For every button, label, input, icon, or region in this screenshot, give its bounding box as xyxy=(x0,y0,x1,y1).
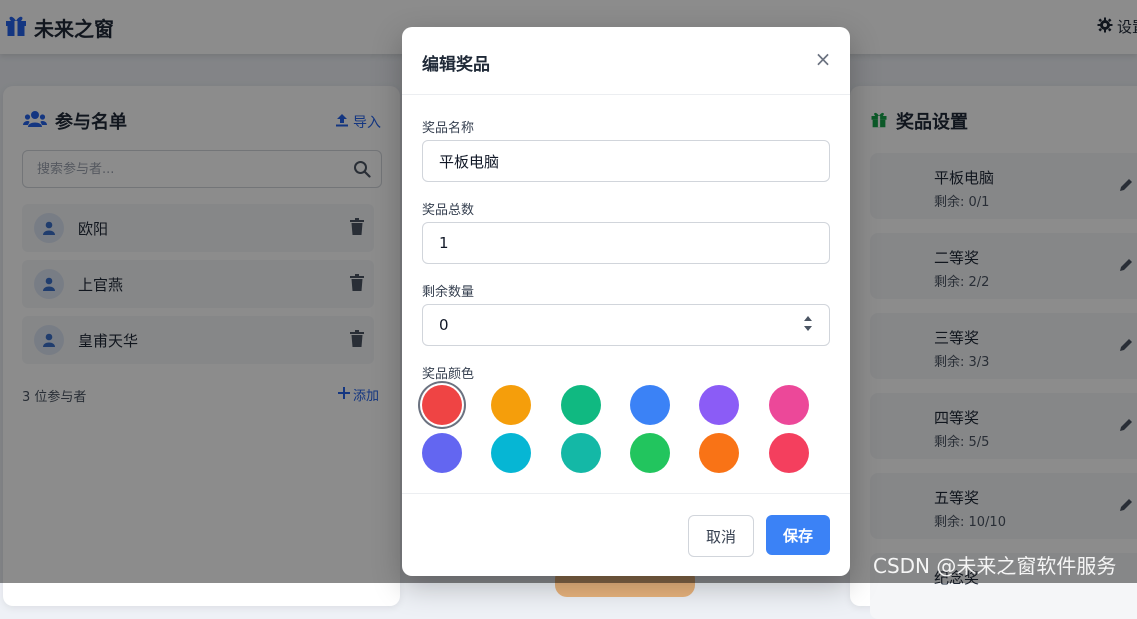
save-button[interactable]: 保存 xyxy=(766,515,830,555)
color-swatch[interactable] xyxy=(561,385,601,425)
remain-count-field xyxy=(422,304,830,346)
close-icon[interactable]: × xyxy=(813,49,833,69)
prize-name-label: 奖品名称 xyxy=(422,121,475,136)
divider xyxy=(402,94,850,95)
remain-count-input[interactable] xyxy=(423,305,801,345)
stepper-down-icon[interactable] xyxy=(804,326,812,331)
prize-name-field xyxy=(422,140,830,182)
edit-prize-dialog: 编辑奖品 × 奖品名称 奖品总数 剩余数量 奖品颜色 取消 保存 xyxy=(402,27,850,576)
divider xyxy=(402,493,850,494)
color-swatch[interactable] xyxy=(491,385,531,425)
color-swatch[interactable] xyxy=(699,433,739,473)
cancel-button[interactable]: 取消 xyxy=(688,515,754,557)
color-swatch[interactable] xyxy=(769,433,809,473)
stepper-up-icon[interactable] xyxy=(804,316,812,321)
color-swatch[interactable] xyxy=(630,433,670,473)
color-swatch[interactable] xyxy=(699,385,739,425)
prize-total-field xyxy=(422,222,830,264)
number-stepper[interactable] xyxy=(803,315,813,335)
color-swatch[interactable] xyxy=(769,385,809,425)
remain-count-label: 剩余数量 xyxy=(422,285,475,300)
color-swatch[interactable] xyxy=(422,433,462,473)
prize-name-input[interactable] xyxy=(423,141,801,181)
color-swatch[interactable] xyxy=(630,385,670,425)
dialog-title: 编辑奖品 xyxy=(422,55,490,75)
color-swatch[interactable] xyxy=(491,433,531,473)
prize-color-label: 奖品颜色 xyxy=(422,367,475,382)
prize-total-label: 奖品总数 xyxy=(422,203,475,218)
color-swatch[interactable] xyxy=(422,385,462,425)
watermark-text: CSDN @未来之窗软件服务 xyxy=(873,554,1117,578)
color-swatch[interactable] xyxy=(561,433,601,473)
prize-total-input[interactable] xyxy=(423,223,801,263)
